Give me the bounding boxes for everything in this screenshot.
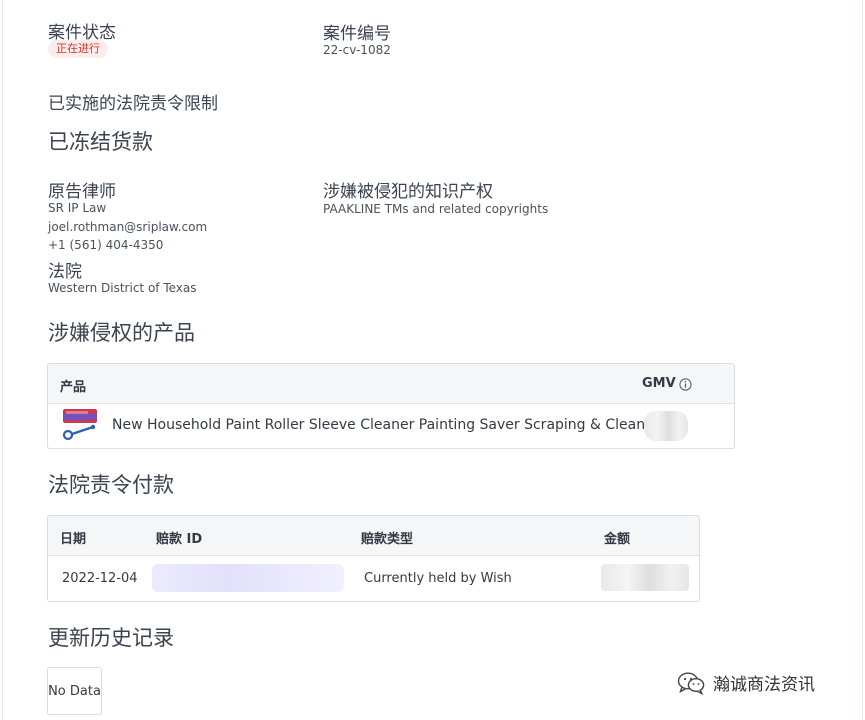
watermark-text: 瀚诚商法资讯 bbox=[713, 675, 815, 695]
ip-value: PAAKLINE TMs and related copyrights bbox=[323, 202, 549, 216]
wechat-icon bbox=[677, 671, 705, 695]
plaintiff-counsel-label: 原告律师 bbox=[48, 182, 116, 202]
col-gmv: GMV bbox=[642, 376, 676, 391]
counsel-email: joel.rothman@sriplaw.com bbox=[48, 220, 208, 234]
watermark: 瀚诚商法资讯 bbox=[677, 670, 815, 695]
restraint-label: 已实施的法院责令限制 bbox=[48, 94, 218, 114]
history-empty: No Data bbox=[47, 667, 102, 715]
col-payment-id: 赔款 ID bbox=[156, 532, 203, 547]
payment-date: 2022-12-04 bbox=[62, 571, 138, 586]
amount-redacted bbox=[601, 564, 689, 591]
products-table: 产品 GMV New Household Paint Roller Sleeve… bbox=[47, 363, 735, 449]
status-badge: 正在进行 bbox=[48, 40, 108, 58]
payments-heading: 法院责令付款 bbox=[48, 473, 174, 497]
counsel-phone: +1 (561) 404-4350 bbox=[48, 238, 164, 252]
court-value: Western District of Texas bbox=[48, 281, 197, 295]
gmv-redacted bbox=[644, 411, 688, 441]
payment-type: Currently held by Wish bbox=[364, 571, 512, 586]
products-heading: 涉嫌侵权的产品 bbox=[48, 321, 195, 345]
ip-label: 涉嫌被侵犯的知识产权 bbox=[323, 182, 493, 202]
table-row[interactable]: New Household Paint Roller Sleeve Cleane… bbox=[48, 404, 734, 448]
counsel-firm: SR IP Law bbox=[48, 201, 107, 215]
paint-roller-image bbox=[62, 408, 98, 444]
col-amount: 金额 bbox=[604, 532, 631, 547]
product-name[interactable]: New Household Paint Roller Sleeve Cleane… bbox=[112, 417, 658, 433]
info-circle-icon[interactable] bbox=[679, 376, 692, 391]
col-payment-type: 赔款类型 bbox=[361, 532, 414, 547]
col-product: 产品 bbox=[60, 380, 87, 395]
case-number-value: 22-cv-1082 bbox=[323, 43, 391, 57]
court-label: 法院 bbox=[48, 262, 82, 282]
products-table-header: 产品 GMV bbox=[48, 364, 734, 404]
payment-id-redacted bbox=[152, 564, 344, 592]
payments-table-header: 日期 赔款 ID 赔款类型 金额 bbox=[48, 516, 699, 556]
table-row: 2022-12-04 Currently held by Wish bbox=[48, 556, 699, 601]
case-number-label: 案件编号 bbox=[323, 24, 391, 44]
history-heading: 更新历史记录 bbox=[48, 626, 174, 650]
col-date: 日期 bbox=[60, 532, 87, 547]
payments-table: 日期 赔款 ID 赔款类型 金额 2022-12-04 Currently he… bbox=[47, 515, 700, 602]
restraint-value: 已冻结货款 bbox=[48, 130, 153, 154]
